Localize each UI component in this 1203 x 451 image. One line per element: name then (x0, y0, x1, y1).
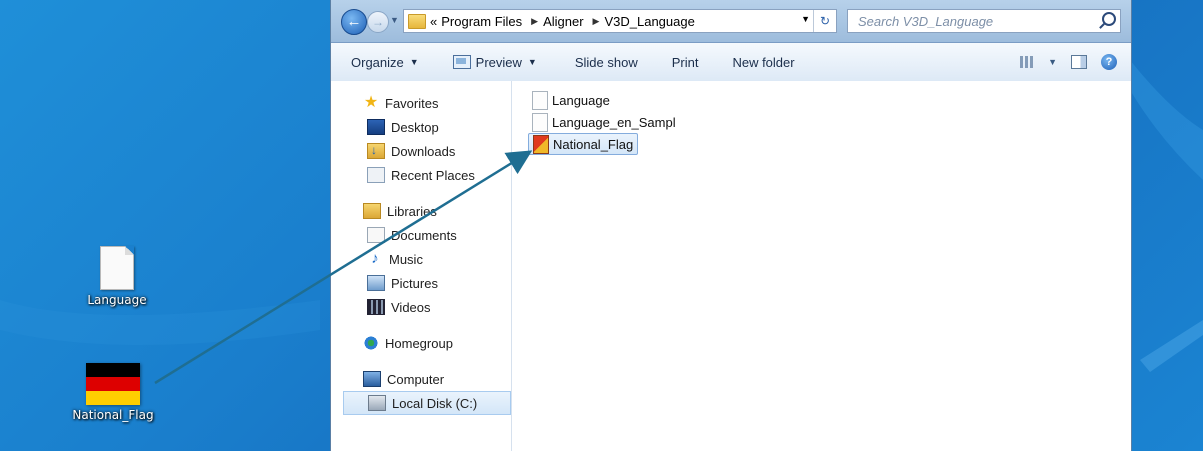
image-file-icon (533, 134, 549, 154)
preview-pane-icon[interactable] (1071, 55, 1087, 69)
nav-label: Local Disk (C:) (392, 395, 478, 411)
file-list: Language Language_en_Sampl National_Flag (512, 81, 1131, 451)
desktop-icon-label: Language (87, 293, 147, 307)
breadcrumb-v3d-language[interactable]: V3D_Language (604, 14, 694, 29)
videos-icon (367, 299, 385, 315)
nav-label: Computer (387, 371, 445, 387)
print-label: Print (671, 54, 699, 70)
address-dropdown-icon[interactable]: ▼ (801, 14, 810, 24)
hard-disk-icon (368, 395, 386, 411)
back-button[interactable]: ← (341, 9, 367, 35)
nav-label: Libraries (387, 203, 437, 219)
nav-label: Documents (391, 227, 457, 243)
folder-icon (408, 13, 426, 29)
slideshow-label: Slide show (574, 54, 638, 70)
change-view-icon[interactable] (1020, 56, 1035, 68)
address-input[interactable]: « Program Files ▶ Aligner ▶ V3D_Language… (403, 9, 837, 33)
nav-downloads[interactable]: Downloads (331, 139, 511, 163)
nav-homegroup[interactable]: Homegroup (331, 331, 511, 355)
desktop-icon (367, 119, 385, 135)
search-placeholder: Search V3D_Language (858, 13, 994, 29)
breadcrumb-aligner[interactable]: Aligner (543, 14, 583, 29)
nav-label: Homegroup (385, 335, 453, 351)
text-file-icon (532, 112, 548, 132)
breadcrumb-overflow[interactable]: « (430, 14, 437, 29)
nav-videos[interactable]: Videos (331, 295, 511, 319)
star-icon: ★ (363, 94, 379, 111)
german-flag-icon (86, 363, 140, 405)
nav-label: Favorites (385, 95, 439, 111)
nav-label: Desktop (391, 119, 439, 135)
nav-label: Music (389, 251, 423, 267)
file-item-national-flag[interactable]: National_Flag (528, 133, 639, 155)
nav-libraries[interactable]: Libraries (331, 199, 511, 223)
recent-places-icon (367, 167, 385, 183)
chevron-down-icon: ▼ (527, 57, 537, 67)
forward-button[interactable]: → (367, 11, 389, 33)
new-folder-label: New folder (732, 54, 795, 70)
nav-computer[interactable]: Computer (331, 367, 511, 391)
chevron-down-icon[interactable]: ▼ (1048, 57, 1057, 67)
organize-label: Organize (351, 54, 404, 70)
file-name: Language (552, 92, 610, 108)
nav-label: Recent Places (391, 167, 475, 183)
help-icon[interactable]: ? (1101, 54, 1117, 70)
libraries-icon (363, 203, 381, 219)
computer-icon (363, 371, 381, 387)
music-icon: ♪ (371, 250, 379, 267)
chevron-right-icon[interactable]: ▶ (531, 16, 538, 27)
desktop-icon-language[interactable]: Language (72, 246, 162, 307)
desktop-icon-national-flag[interactable]: National_Flag (68, 363, 158, 422)
organize-button[interactable]: Organize ▼ (351, 55, 419, 70)
refresh-icon[interactable]: ↻ (813, 10, 836, 32)
file-item-language-en-sample[interactable]: Language_en_Sampl (532, 111, 1131, 133)
print-button[interactable]: Print (672, 55, 699, 70)
nav-label: Pictures (391, 275, 438, 291)
desktop-icon-label: National_Flag (72, 408, 154, 422)
command-bar: Organize ▼ Preview ▼ Slide show Print Ne… (331, 43, 1131, 82)
pictures-icon (367, 275, 385, 291)
chevron-right-icon[interactable]: ▶ (593, 16, 600, 27)
file-name: Language_en_Sampl (552, 114, 676, 130)
search-icon[interactable] (1102, 12, 1116, 26)
preview-icon (452, 55, 471, 69)
breadcrumb-program-files[interactable]: Program Files (441, 14, 522, 29)
address-bar-area: ← → ▼ « Program Files ▶ Aligner ▶ V3D_La… (331, 0, 1131, 43)
navigation-pane: ★ Favorites Desktop Downloads Recent Pla… (331, 81, 512, 451)
file-name: National_Flag (553, 136, 634, 152)
nav-local-disk[interactable]: Local Disk (C:) (343, 391, 511, 415)
nav-pictures[interactable]: Pictures (331, 271, 511, 295)
explorer-window: ← → ▼ « Program Files ▶ Aligner ▶ V3D_La… (330, 0, 1132, 451)
documents-icon (367, 227, 385, 243)
nav-documents[interactable]: Documents (331, 223, 511, 247)
search-input[interactable]: Search V3D_Language (847, 9, 1121, 33)
preview-button[interactable]: Preview ▼ (452, 54, 537, 70)
new-folder-button[interactable]: New folder (732, 55, 794, 70)
chevron-down-icon: ▼ (409, 57, 419, 67)
text-file-icon (532, 90, 548, 110)
preview-label: Preview (475, 54, 522, 70)
file-item-language[interactable]: Language (532, 89, 1131, 111)
downloads-icon (367, 143, 385, 159)
nav-label: Videos (391, 299, 431, 315)
nav-favorites[interactable]: ★ Favorites (331, 91, 511, 115)
recent-pages-dropdown[interactable]: ▼ (390, 15, 399, 25)
homegroup-icon (363, 336, 379, 350)
text-file-icon (100, 246, 134, 290)
nav-recent-places[interactable]: Recent Places (331, 163, 511, 187)
nav-label: Downloads (391, 143, 456, 159)
slideshow-button[interactable]: Slide show (575, 55, 638, 70)
nav-desktop[interactable]: Desktop (331, 115, 511, 139)
nav-music[interactable]: ♪ Music (331, 247, 511, 271)
